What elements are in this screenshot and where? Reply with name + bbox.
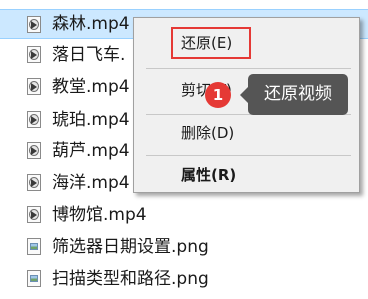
video-file-icon (27, 111, 41, 128)
file-name: 扫描类型和路径.png (52, 269, 209, 289)
file-name: 琥珀.mp4 (52, 110, 130, 130)
menu-item-delete[interactable]: 删除(D) (181, 123, 234, 143)
file-name: 海洋.mp4 (52, 173, 130, 193)
image-file-icon (27, 238, 41, 255)
file-name: 落日飞车. (52, 45, 126, 65)
file-name: 筛选器日期设置.png (52, 237, 209, 257)
video-file-icon (27, 78, 41, 95)
menu-separator (146, 68, 351, 69)
image-file-icon (27, 270, 41, 287)
video-file-icon (27, 206, 41, 223)
file-row-filter-date[interactable]: 筛选器日期设置.png (0, 232, 368, 262)
menu-item-restore[interactable]: 还原(E) (181, 33, 232, 53)
file-row-museum[interactable]: 博物馆.mp4 (0, 200, 368, 230)
file-name: 教堂.mp4 (52, 77, 130, 97)
file-name: 葫芦.mp4 (52, 141, 130, 161)
file-name: 森林.mp4 (52, 14, 130, 34)
step-badge: 1 (205, 82, 231, 108)
video-file-icon (27, 16, 41, 33)
menu-separator (146, 155, 351, 156)
callout-tooltip: 还原视频 (240, 74, 348, 115)
video-file-icon (27, 142, 41, 159)
video-file-icon (27, 174, 41, 191)
file-row-scan-type[interactable]: 扫描类型和路径.png (0, 264, 368, 294)
video-file-icon (27, 46, 41, 63)
file-name: 博物馆.mp4 (52, 205, 147, 225)
menu-item-properties[interactable]: 属性(R) (181, 165, 236, 185)
